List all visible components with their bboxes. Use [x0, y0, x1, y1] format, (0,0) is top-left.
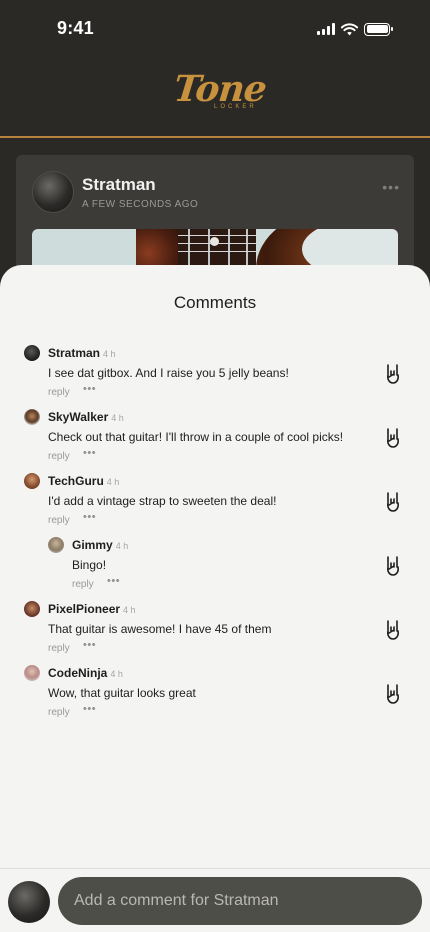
comment-item: Stratman 4 h I see dat gitbox. And I rais… — [24, 329, 414, 398]
commenter-name[interactable]: TechGuru — [48, 474, 104, 488]
reply-link[interactable]: reply — [48, 707, 70, 718]
comment-text: I see dat gitbox. And I raise you 5 jell… — [48, 366, 289, 380]
wifi-icon — [341, 22, 358, 35]
comment-time: 4 h — [103, 349, 116, 359]
comments-title: Comments — [173, 293, 257, 312]
commenter-avatar[interactable] — [24, 473, 40, 489]
commenter-avatar[interactable] — [24, 345, 40, 361]
comment-item: TechGuru 4 h I'd add a vintage strap to s… — [24, 457, 414, 526]
cellular-signal-icon — [317, 23, 335, 35]
rock-hand-icon[interactable] — [384, 555, 402, 577]
rock-hand-icon[interactable] — [384, 427, 402, 449]
status-time: 9:41 — [57, 18, 94, 38]
comment-input[interactable] — [58, 877, 422, 925]
commenter-avatar[interactable] — [48, 537, 64, 553]
tone-locker-logo[interactable]: Tone LOCKER — [170, 64, 268, 118]
post-author-avatar[interactable] — [32, 171, 74, 213]
comment-more-icon[interactable]: ••• — [83, 703, 96, 715]
commenter-name[interactable]: PixelPioneer — [48, 602, 120, 616]
battery-icon — [364, 22, 393, 36]
rock-hand-icon[interactable] — [384, 363, 402, 385]
rock-hand-icon[interactable] — [384, 683, 402, 705]
comment-time: 4 h — [115, 541, 129, 551]
comment-time: 4 h — [111, 413, 124, 423]
comment-time: 4 h — [123, 605, 136, 615]
comment-item: CodeNinja 4 h Wow, that guitar looks grea… — [24, 649, 414, 718]
comment-item: SkyWalker 4 h Check out that guitar! I'll… — [24, 393, 414, 462]
commenter-name[interactable]: Gimmy — [72, 538, 113, 552]
rock-hand-icon[interactable] — [384, 491, 402, 513]
commenter-name[interactable]: Stratman — [48, 346, 100, 360]
commenter-avatar[interactable] — [24, 409, 40, 425]
comment-reply-item: Gimmy 4 h Bingo! reply ••• — [48, 521, 414, 590]
comment-time: 4 h — [106, 477, 120, 487]
commenter-name[interactable]: CodeNinja — [48, 666, 107, 680]
comment-time: 4 h — [110, 669, 123, 679]
app-header: 9:41 Tone LOCKER — [0, 0, 430, 138]
status-icons — [317, 21, 393, 37]
comment-text: Check out that guitar! I'll throw in a c… — [48, 430, 344, 444]
current-user-avatar[interactable] — [8, 881, 50, 923]
comments-sheet: Comments Stratman 4 h I see dat gitbox. A… — [0, 265, 430, 932]
commenter-avatar[interactable] — [24, 601, 40, 617]
comment-text: Wow, that guitar looks great — [48, 686, 196, 700]
post-author-name[interactable]: Stratman — [82, 175, 156, 195]
post-timestamp: A FEW SECONDS AGO — [82, 199, 199, 210]
commenter-avatar[interactable] — [24, 665, 40, 681]
comment-text: I'd add a vintage strap to sweeten the d… — [48, 494, 277, 508]
more-dots-icon[interactable]: ••• — [382, 179, 400, 195]
comment-composer — [0, 868, 430, 932]
comment-text: That guitar is awesome! I have 45 of the… — [48, 622, 272, 636]
comment-item: PixelPioneer 4 h That guitar is awesome! … — [24, 585, 414, 654]
comment-text: Bingo! — [72, 558, 107, 572]
rock-hand-icon[interactable] — [384, 619, 402, 641]
commenter-name[interactable]: SkyWalker — [48, 410, 108, 424]
